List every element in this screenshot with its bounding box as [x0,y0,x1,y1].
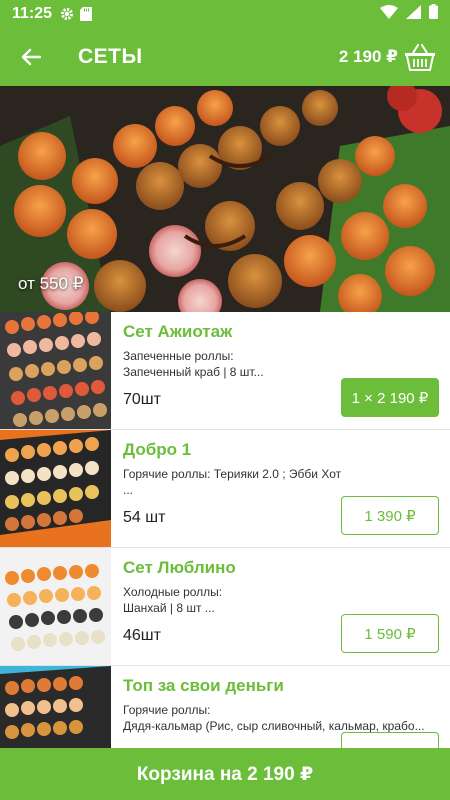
product-image [0,430,111,547]
product-name[interactable]: Сет Ажиотаж [123,321,438,343]
status-bar: 11:25 [0,0,450,28]
product-description: Запеченные роллы: Запеченный краб | 8 шт… [123,349,264,379]
product-description: Горячие роллы: Дядя-кальмар (Рис, сыр сл… [123,703,425,733]
status-time: 11:25 [12,5,53,22]
product-name[interactable]: Топ за свои деньги [123,675,438,697]
battery-icon [429,4,438,24]
product-image [0,548,111,665]
product-name[interactable]: Добро 1 [123,439,438,461]
product-quantity: 54 шт [123,509,166,526]
product-description: Горячие роллы: Терияки 2.0 ; Эбби Хот ..… [123,467,342,497]
product-card[interactable]: Топ за свои деньги Горячие роллы: Дядя-к… [0,666,450,748]
app-bar: СЕТЫ 2 190 ₽ [0,28,450,86]
cart-total: 2 190 ₽ [338,47,398,66]
product-info: Сет Ажиотаж Запеченные роллы: Запеченный… [111,312,450,429]
hero-banner[interactable]: от 550 ₽ [0,86,450,312]
cart-button[interactable]: 2 190 ₽ [339,43,450,71]
product-info: Топ за свои деньги Горячие роллы: Дядя-к… [111,666,450,748]
sd-card-icon [80,7,93,21]
cart-checkout-button[interactable]: Корзина на 2 190 ₽ [0,748,450,800]
in-cart-button[interactable]: 1 × 2 190 ₽ [341,378,439,417]
product-quantity: 46шт [123,627,161,644]
product-description: Холодные роллы: Шанхай | 8 шт ... [123,585,223,615]
product-image [0,312,111,429]
product-card[interactable]: Добро 1 Горячие роллы: Терияки 2.0 ; Эбб… [0,430,450,548]
hero-price-from: от 550 ₽ [18,274,84,293]
product-quantity: 70шт [123,391,161,408]
basket-icon [405,44,435,71]
page-title: СЕТЫ [78,45,143,68]
product-list[interactable]: Сет Ажиотаж Запеченные роллы: Запеченный… [0,312,450,748]
add-to-cart-button[interactable] [341,732,439,748]
product-image [0,666,111,748]
product-info: Добро 1 Горячие роллы: Терияки 2.0 ; Эбб… [111,430,450,547]
wifi-icon [380,4,398,24]
back-button[interactable] [0,28,62,86]
add-to-cart-button[interactable]: 1 390 ₽ [341,496,439,535]
add-to-cart-button[interactable]: 1 590 ₽ [341,614,439,653]
arrow-left-icon [21,48,41,66]
product-card[interactable]: Сет Люблино Холодные роллы: Шанхай | 8 ш… [0,548,450,666]
signal-icon [406,4,421,24]
product-name[interactable]: Сет Люблино [123,557,438,579]
gear-icon [60,7,74,21]
product-info: Сет Люблино Холодные роллы: Шанхай | 8 ш… [111,548,450,665]
product-card[interactable]: Сет Ажиотаж Запеченные роллы: Запеченный… [0,312,450,430]
